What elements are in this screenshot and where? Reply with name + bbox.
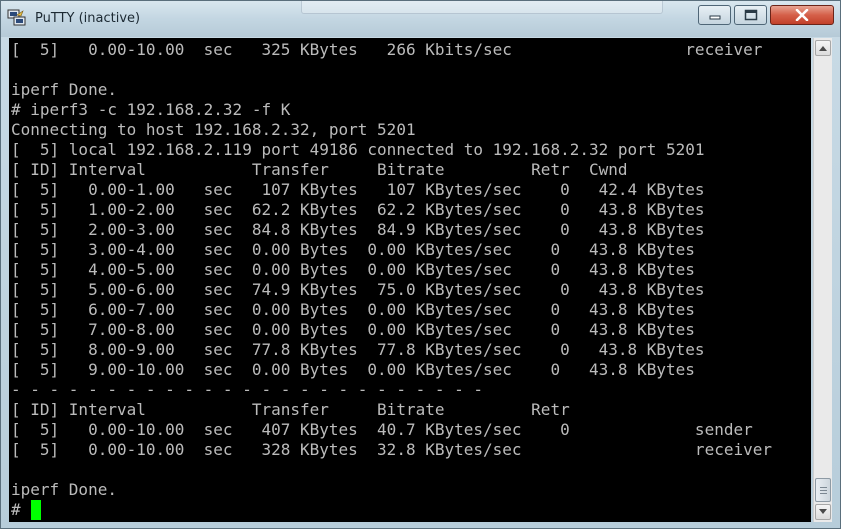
scroll-up-button[interactable] <box>815 40 831 56</box>
terminal-line: [ 5] 0.00-1.00 sec 107 KBytes 107 KBytes… <box>11 180 705 199</box>
putty-window: PuTTY (inactive) [ 5] 0.00-10.00 sec 325… <box>0 0 841 529</box>
thumb-grip <box>820 490 827 491</box>
terminal-line: [ 5] 0.00-10.00 sec 407 KBytes 40.7 KByt… <box>11 420 753 439</box>
terminal-line: [ 5] 1.00-2.00 sec 62.2 KBytes 62.2 KByt… <box>11 200 705 219</box>
close-icon <box>795 9 809 21</box>
terminal-cursor <box>31 500 41 520</box>
terminal-prompt-line: # <box>11 500 21 519</box>
title-bar[interactable]: PuTTY (inactive) <box>1 1 840 37</box>
terminal-line: [ ID] Interval Transfer Bitrate Retr Cwn… <box>11 160 628 179</box>
terminal-line: [ 5] 3.00-4.00 sec 0.00 Bytes 0.00 KByte… <box>11 240 695 259</box>
background-browser-tab <box>301 1 663 14</box>
minimize-button[interactable] <box>698 5 731 25</box>
minimize-icon <box>709 15 720 20</box>
terminal-line: [ ID] Interval Transfer Bitrate Retr <box>11 400 570 419</box>
thumb-grip <box>820 487 827 488</box>
window-title: PuTTY (inactive) <box>35 11 141 26</box>
scroll-up-arrow-icon <box>819 46 827 51</box>
terminal-line: Connecting to host 192.168.2.32, port 52… <box>11 120 416 139</box>
terminal-line: iperf Done. <box>11 80 117 99</box>
terminal-line: [ 5] 7.00-8.00 sec 0.00 Bytes 0.00 KByte… <box>11 320 695 339</box>
thumb-grip <box>820 493 827 494</box>
scroll-down-arrow-icon <box>819 509 827 514</box>
putty-app-icon[interactable] <box>7 9 27 27</box>
vertical-scrollbar[interactable] <box>813 38 832 522</box>
close-button[interactable] <box>770 5 834 25</box>
terminal-line: [ 5] 4.00-5.00 sec 0.00 Bytes 0.00 KByte… <box>11 260 695 279</box>
terminal-line: [ 5] 0.00-10.00 sec 328 KBytes 32.8 KByt… <box>11 440 772 459</box>
terminal-line: [ 5] 8.00-9.00 sec 77.8 KBytes 77.8 KByt… <box>11 340 705 359</box>
terminal-line: iperf Done. <box>11 480 117 499</box>
terminal-area[interactable]: [ 5] 0.00-10.00 sec 325 KBytes 266 Kbits… <box>9 38 811 522</box>
terminal-line: [ 5] 2.00-3.00 sec 84.8 KBytes 84.9 KByt… <box>11 220 705 239</box>
terminal-line: - - - - - - - - - - - - - - - - - - - - … <box>11 380 484 399</box>
terminal-line: [ 5] 5.00-6.00 sec 74.9 KBytes 75.0 KByt… <box>11 280 705 299</box>
terminal-line: [ 5] local 192.168.2.119 port 49186 conn… <box>11 140 705 159</box>
terminal-line: [ 5] 9.00-10.00 sec 0.00 Bytes 0.00 KByt… <box>11 360 695 379</box>
terminal-line: # iperf3 -c 192.168.2.32 -f K <box>11 100 291 119</box>
terminal-line: [ 5] 6.00-7.00 sec 0.00 Bytes 0.00 KByte… <box>11 300 695 319</box>
terminal-line: [ 5] 0.00-10.00 sec 325 KBytes 266 Kbits… <box>11 40 763 59</box>
maximize-button[interactable] <box>734 5 767 25</box>
scrollbar-thumb[interactable] <box>815 478 831 502</box>
scroll-down-button[interactable] <box>815 504 831 520</box>
maximize-icon <box>744 9 757 21</box>
